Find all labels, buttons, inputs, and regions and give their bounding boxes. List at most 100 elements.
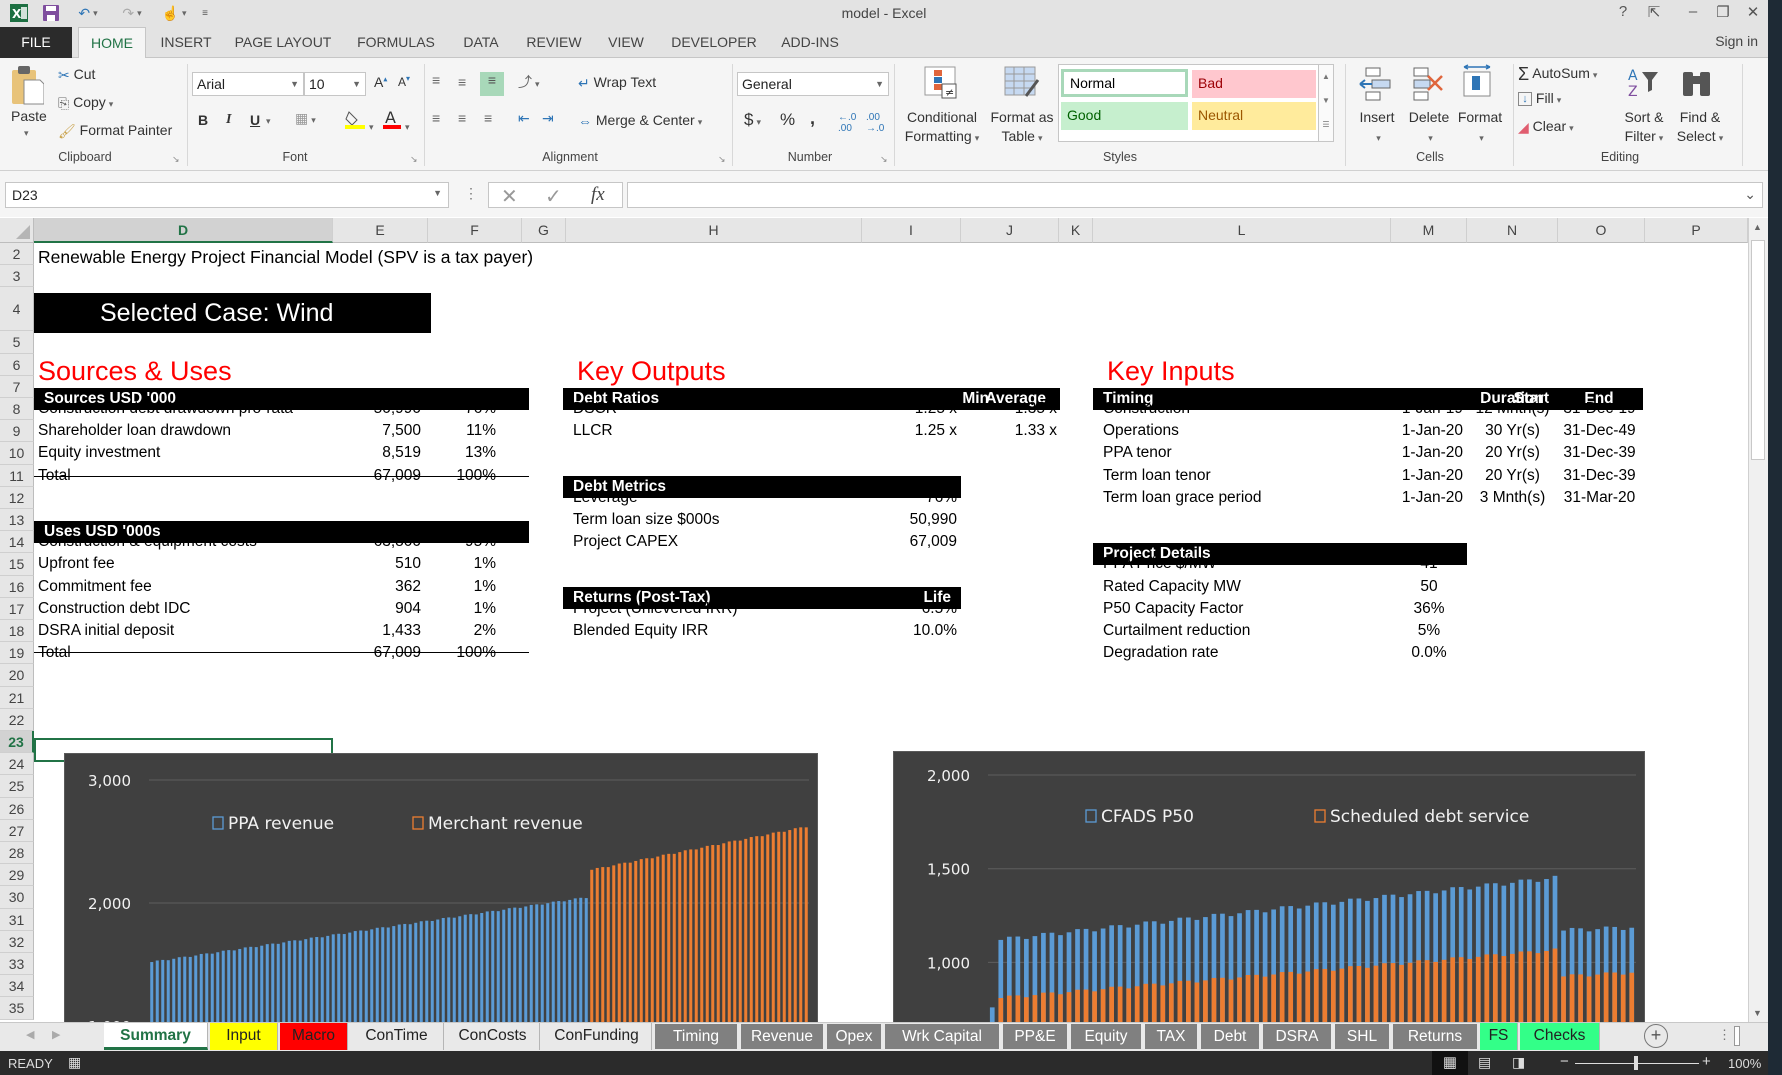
row-header-30[interactable]: 30 bbox=[0, 886, 34, 909]
column-header-e[interactable]: E bbox=[333, 218, 428, 243]
tab-file[interactable]: FILE bbox=[0, 27, 72, 58]
row-header-9[interactable]: 9 bbox=[0, 420, 34, 443]
row-header-3[interactable]: 3 bbox=[0, 265, 34, 288]
decrease-font-size-icon[interactable]: A▾ bbox=[398, 74, 410, 89]
sheet-tab-checks[interactable]: Checks bbox=[1520, 1023, 1600, 1050]
column-header-h[interactable]: H bbox=[566, 218, 862, 243]
tab-split-grip-icon[interactable]: ⋮ bbox=[1718, 1027, 1731, 1043]
row-header-20[interactable]: 20 bbox=[0, 664, 34, 687]
expand-formula-bar-icon[interactable]: ⌄ bbox=[1744, 186, 1756, 203]
format-as-table-button[interactable]: Format as Table ▾ bbox=[986, 108, 1058, 148]
sheet-tab-macro[interactable]: Macro bbox=[280, 1023, 348, 1050]
style-good[interactable]: Good bbox=[1061, 102, 1188, 130]
sheet-tab-input[interactable]: Input bbox=[210, 1023, 278, 1050]
cancel-entry-icon[interactable]: ✕ bbox=[501, 184, 518, 209]
sheet-tab-confunding[interactable]: ConFunding bbox=[542, 1023, 652, 1050]
row-header-16[interactable]: 16 bbox=[0, 575, 34, 598]
sheet-tab-returns[interactable]: Returns bbox=[1392, 1023, 1478, 1050]
conditional-formatting-icon[interactable]: ≠ bbox=[924, 66, 960, 103]
row-header-34[interactable]: 34 bbox=[0, 975, 34, 998]
fill-button[interactable]: ↓ Fill ▾ bbox=[1518, 90, 1561, 107]
column-header-n[interactable]: N bbox=[1467, 218, 1558, 243]
zoom-in-icon[interactable]: + bbox=[1702, 1053, 1711, 1070]
fill-color-icon[interactable]: ▾ bbox=[344, 108, 374, 133]
decrease-decimal-icon[interactable]: .00 →.0 bbox=[866, 112, 884, 134]
middle-align-icon[interactable]: ≡ bbox=[458, 74, 466, 90]
ribbon-display-options-icon[interactable]: ⇱ bbox=[1641, 3, 1667, 21]
paste-dropdown-icon[interactable]: ▾ bbox=[24, 128, 29, 139]
row-header-26[interactable]: 26 bbox=[0, 797, 34, 820]
sheet-tab-opex[interactable]: Opex bbox=[826, 1023, 882, 1050]
number-launcher-icon[interactable]: ↘ bbox=[880, 154, 888, 165]
row-header-33[interactable]: 33 bbox=[0, 953, 34, 976]
sort-filter-button[interactable]: Sort & Filter ▾ bbox=[1616, 108, 1672, 148]
row-header-29[interactable]: 29 bbox=[0, 864, 34, 887]
cfads-chart[interactable]: 1,000 1,500 2,000 CFADS P50 Scheduled debt s… bbox=[893, 751, 1645, 1029]
tab-add-ins[interactable]: ADD-INS bbox=[774, 27, 846, 58]
cut-button[interactable]: ✂ Cut bbox=[58, 66, 95, 84]
column-header-f[interactable]: F bbox=[428, 218, 522, 243]
column-header-l[interactable]: L bbox=[1093, 218, 1391, 243]
top-align-icon[interactable]: ≡ bbox=[432, 72, 440, 88]
row-header-27[interactable]: 27 bbox=[0, 819, 34, 842]
styles-gallery-scroll[interactable]: ▲ ▼ ☰ bbox=[1318, 64, 1334, 142]
tab-insert[interactable]: INSERT bbox=[150, 27, 222, 58]
align-center-icon[interactable]: ≡ bbox=[458, 110, 466, 126]
row-header-4[interactable]: 4 bbox=[0, 287, 34, 332]
zoom-slider-thumb[interactable] bbox=[1634, 1056, 1638, 1070]
row-header-18[interactable]: 18 bbox=[0, 620, 34, 643]
increase-decimal-icon[interactable]: ←.0.00 bbox=[838, 112, 856, 134]
row-header-24[interactable]: 24 bbox=[0, 753, 34, 776]
style-neutral[interactable]: Neutral bbox=[1192, 102, 1316, 130]
increase-font-size-icon[interactable]: A▴ bbox=[374, 74, 387, 90]
minimize-icon[interactable]: – bbox=[1680, 3, 1706, 20]
sheet-tab-dsra[interactable]: DSRA bbox=[1262, 1023, 1332, 1050]
close-icon[interactable]: ✕ bbox=[1740, 3, 1766, 21]
revenue-chart[interactable]: 1,0002,0003,000PPA revenueMerchant reven… bbox=[64, 753, 818, 1029]
orientation-icon[interactable]: ⤴ ▾ bbox=[518, 72, 540, 92]
row-header-11[interactable]: 11 bbox=[0, 464, 34, 487]
tab-developer[interactable]: DEVELOPER bbox=[664, 27, 764, 58]
row-header-2[interactable]: 2 bbox=[0, 243, 34, 266]
sheet-tab-concosts[interactable]: ConCosts bbox=[446, 1023, 540, 1050]
sheet-tab-debt[interactable]: Debt bbox=[1200, 1023, 1260, 1050]
column-header-g[interactable]: G bbox=[522, 218, 566, 243]
zoom-level[interactable]: 100% bbox=[1728, 1056, 1761, 1071]
column-header-i[interactable]: I bbox=[862, 218, 961, 243]
insert-cells-button[interactable]: Insert ▾ bbox=[1352, 108, 1402, 148]
borders-icon[interactable]: ▦ ▾ bbox=[295, 110, 316, 127]
tab-scroll-right-icon[interactable]: ▶ bbox=[52, 1028, 60, 1041]
row-header-15[interactable]: 15 bbox=[0, 553, 34, 576]
tab-page-layout[interactable]: PAGE LAYOUT bbox=[228, 27, 338, 58]
help-icon[interactable]: ? bbox=[1610, 3, 1636, 20]
sheet-tab-contime[interactable]: ConTime bbox=[350, 1023, 444, 1050]
bottom-align-icon[interactable]: ≡ bbox=[480, 72, 504, 96]
autosum-button[interactable]: Σ AutoSum ▾ bbox=[1518, 64, 1597, 85]
sheet-tab-pp-e[interactable]: PP&E bbox=[1002, 1023, 1068, 1050]
format-cells-button[interactable]: Format ▾ bbox=[1452, 108, 1508, 148]
row-header-32[interactable]: 32 bbox=[0, 930, 34, 953]
row-header-6[interactable]: 6 bbox=[0, 353, 34, 376]
font-family-dropdown[interactable]: Arial ▼ bbox=[192, 72, 304, 96]
column-header-o[interactable]: O bbox=[1558, 218, 1645, 243]
copy-button[interactable]: ⎘ Copy ▾ bbox=[58, 94, 113, 112]
restore-icon[interactable]: ❐ bbox=[1710, 3, 1736, 21]
currency-button[interactable]: $ ▾ bbox=[744, 110, 761, 130]
alignment-launcher-icon[interactable]: ↘ bbox=[718, 154, 726, 165]
align-left-icon[interactable]: ≡ bbox=[432, 110, 440, 126]
row-header-21[interactable]: 21 bbox=[0, 686, 34, 709]
row-header-35[interactable]: 35 bbox=[0, 997, 34, 1020]
tab-home[interactable]: HOME bbox=[78, 27, 146, 59]
paste-button[interactable]: Paste bbox=[11, 108, 47, 124]
row-header-22[interactable]: 22 bbox=[0, 708, 34, 731]
sheet-tab-revenue[interactable]: Revenue bbox=[740, 1023, 824, 1050]
sheet-tab-summary[interactable]: Summary bbox=[104, 1023, 208, 1050]
underline-button[interactable]: U bbox=[250, 112, 260, 128]
row-header-5[interactable]: 5 bbox=[0, 331, 34, 354]
tab-formulas[interactable]: FORMULAS bbox=[346, 27, 446, 58]
column-header-d[interactable]: D bbox=[34, 218, 333, 243]
normal-view-icon[interactable]: ▦ bbox=[1432, 1051, 1468, 1075]
tab-view[interactable]: VIEW bbox=[600, 27, 652, 58]
font-size-dropdown[interactable]: 10 ▼ bbox=[304, 72, 366, 96]
column-header-k[interactable]: K bbox=[1059, 218, 1093, 243]
